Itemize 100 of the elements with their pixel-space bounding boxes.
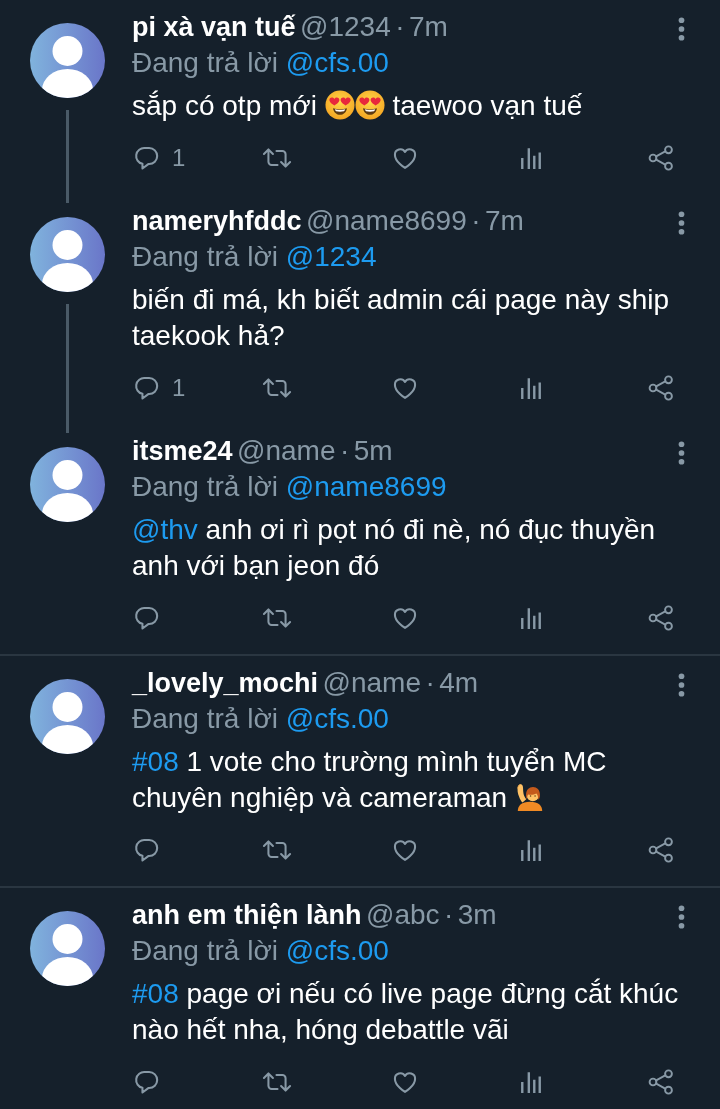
mention-link[interactable]: @name8699 bbox=[285, 471, 447, 502]
like-button[interactable] bbox=[392, 605, 418, 631]
hashtag-link[interactable]: #08 bbox=[132, 746, 179, 777]
avatar-icon[interactable] bbox=[30, 679, 105, 754]
analytics-button[interactable] bbox=[520, 606, 542, 630]
replying-to-label: Đang trả lời bbox=[132, 703, 278, 734]
person-raising-hand-icon bbox=[514, 782, 545, 812]
share-icon bbox=[648, 375, 674, 401]
more-vertical-icon bbox=[678, 17, 685, 41]
separator-text: · bbox=[339, 435, 350, 466]
heart-icon bbox=[392, 145, 418, 171]
retweet-button[interactable] bbox=[262, 837, 292, 863]
retweet-icon bbox=[262, 375, 292, 401]
retweet-icon bbox=[262, 145, 292, 171]
analytics-button[interactable] bbox=[520, 146, 542, 170]
user-name[interactable]: pi xà vạn tuế bbox=[132, 12, 296, 42]
share-icon bbox=[648, 837, 674, 863]
hashtag-link[interactable]: #08 bbox=[132, 978, 179, 1009]
more-button[interactable] bbox=[678, 211, 685, 235]
share-button[interactable] bbox=[648, 145, 674, 171]
separator-text: · bbox=[471, 205, 481, 236]
like-button[interactable] bbox=[392, 1069, 418, 1095]
user-name[interactable]: nameryhfddc bbox=[132, 206, 302, 236]
more-vertical-icon bbox=[678, 673, 685, 697]
reply-button[interactable] bbox=[134, 837, 160, 863]
replying-to-label: Đang trả lời bbox=[132, 935, 278, 966]
avatar-icon[interactable] bbox=[30, 447, 105, 522]
mention-link[interactable]: @cfs.00 bbox=[285, 47, 389, 78]
share-button[interactable] bbox=[648, 1069, 674, 1095]
bar-chart-icon bbox=[520, 1070, 542, 1094]
share-icon bbox=[648, 145, 674, 171]
retweet-button[interactable] bbox=[262, 145, 292, 171]
mention-link[interactable]: @cfs.00 bbox=[285, 935, 389, 966]
speech-bubble-icon bbox=[134, 837, 160, 863]
more-vertical-icon bbox=[678, 441, 685, 465]
like-button[interactable] bbox=[392, 837, 418, 863]
share-icon bbox=[648, 1069, 674, 1095]
timestamp: 3m bbox=[457, 899, 497, 930]
more-button[interactable] bbox=[678, 905, 685, 929]
user-handle: @name bbox=[237, 435, 336, 466]
speech-bubble-icon bbox=[134, 145, 160, 171]
retweet-button[interactable] bbox=[262, 605, 292, 631]
user-name[interactable]: _lovely_mochi bbox=[132, 668, 319, 698]
tweet-text: biến đi má, kh biết admin cái page này ship taekook hả? bbox=[132, 283, 670, 353]
more-button[interactable] bbox=[678, 673, 685, 697]
reply-button[interactable] bbox=[134, 1069, 160, 1095]
speech-bubble-icon bbox=[134, 375, 160, 401]
share-button[interactable] bbox=[648, 375, 674, 401]
timestamp: 7m bbox=[485, 205, 524, 236]
separator-text: · bbox=[395, 11, 405, 42]
analytics-button[interactable] bbox=[520, 376, 542, 400]
timestamp: 4m bbox=[439, 667, 479, 698]
share-icon bbox=[648, 605, 674, 631]
retweet-icon bbox=[262, 605, 292, 631]
mention-link[interactable]: @thv bbox=[132, 514, 198, 545]
avatar-icon[interactable] bbox=[30, 911, 105, 986]
heart-icon bbox=[392, 375, 418, 401]
tweet-text: @thv anh ơi rì pọt nó đi nè, nó đục thuyền anh với bạn jeon đó bbox=[132, 513, 657, 583]
user-handle: @name bbox=[322, 667, 421, 698]
heart-icon bbox=[392, 1069, 418, 1095]
bar-chart-icon bbox=[520, 376, 542, 400]
avatar-icon[interactable] bbox=[30, 217, 105, 292]
user-handle: @name8699 bbox=[306, 205, 467, 236]
like-button[interactable] bbox=[392, 375, 418, 401]
more-button[interactable] bbox=[678, 441, 685, 465]
more-vertical-icon bbox=[678, 905, 685, 929]
tweet-text: #08 1 vote cho trường mình tuyển MC chuyên nghiệp và cameraman bbox=[132, 745, 608, 815]
more-button[interactable] bbox=[678, 17, 685, 41]
analytics-button[interactable] bbox=[520, 838, 542, 862]
timestamp: 5m bbox=[353, 435, 393, 466]
retweet-icon bbox=[262, 837, 292, 863]
heart-icon bbox=[392, 837, 418, 863]
mention-link[interactable]: @cfs.00 bbox=[285, 703, 389, 734]
tweet-text: #08 page ơi nếu có live page đừng cắt khúc nào hết nha, hóng debattle vãi bbox=[132, 977, 680, 1047]
more-vertical-icon bbox=[678, 211, 685, 235]
share-button[interactable] bbox=[648, 605, 674, 631]
speech-bubble-icon bbox=[134, 1069, 160, 1095]
retweet-button[interactable] bbox=[262, 1069, 292, 1095]
heart-eyes-face-icon bbox=[324, 90, 355, 120]
retweet-button[interactable] bbox=[262, 375, 292, 401]
replying-to-label: Đang trả lời bbox=[132, 471, 278, 502]
bar-chart-icon bbox=[520, 838, 542, 862]
share-button[interactable] bbox=[648, 837, 674, 863]
timestamp: 7m bbox=[408, 11, 448, 42]
user-name[interactable]: anh em thiện lành bbox=[132, 900, 362, 930]
tweet-text: sắp có otp mới taewoo vạn tuế bbox=[132, 89, 584, 123]
analytics-button[interactable] bbox=[520, 1070, 542, 1094]
user-handle: @1234 bbox=[300, 11, 391, 42]
reply-button[interactable]: 1 bbox=[134, 375, 186, 401]
retweet-icon bbox=[262, 1069, 292, 1095]
user-name[interactable]: itsme24 bbox=[132, 436, 233, 466]
mention-link[interactable]: @1234 bbox=[285, 241, 377, 272]
separator-text: · bbox=[425, 667, 435, 698]
bar-chart-icon bbox=[520, 606, 542, 630]
reply-button[interactable]: 1 bbox=[134, 145, 186, 171]
like-button[interactable] bbox=[392, 145, 418, 171]
reply-button[interactable] bbox=[134, 605, 160, 631]
heart-eyes-face-icon bbox=[354, 90, 385, 120]
speech-bubble-icon bbox=[134, 605, 160, 631]
avatar-icon[interactable] bbox=[30, 23, 105, 98]
